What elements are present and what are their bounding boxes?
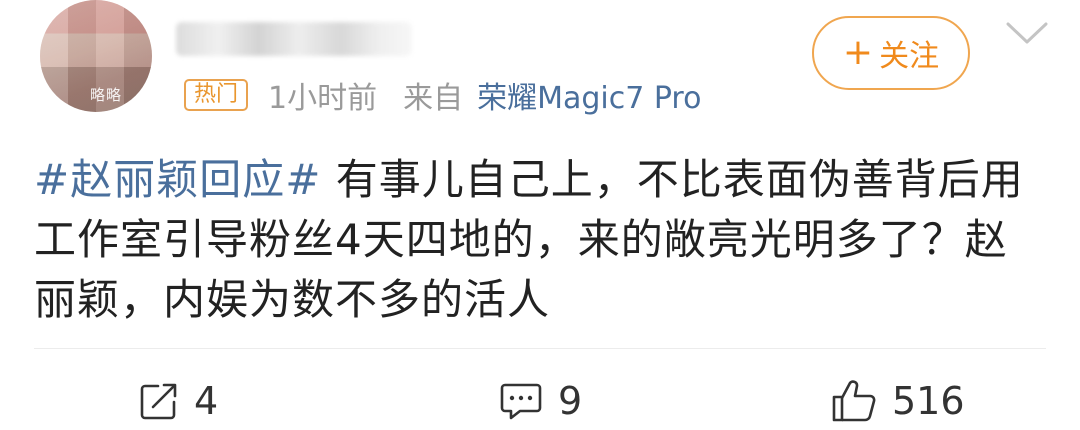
avatar-watermark: 略略 (90, 86, 123, 104)
post-time: 1小时前 (268, 81, 378, 116)
post-content: #赵丽颖回应# 有事儿自己上，不比表面伪善背后用工作室引导粉丝4天四地的，来的敞… (34, 150, 1050, 330)
plus-icon: + (842, 32, 874, 73)
username-redacted[interactable] (176, 22, 412, 56)
chevron-down-icon[interactable] (1004, 18, 1050, 48)
thumbs-up-icon (830, 378, 878, 424)
source-label: 来自 (403, 81, 464, 116)
repost-count: 4 (194, 379, 219, 423)
topic-link[interactable]: #赵丽颖回应# (34, 155, 321, 204)
like-button[interactable]: 516 (830, 372, 965, 430)
follow-button[interactable]: + 关注 (812, 16, 970, 90)
like-count: 516 (892, 379, 965, 423)
post-meta: 热门 1小时前 来自 荣耀Magic7 Pro (184, 78, 701, 116)
follow-label: 关注 (879, 39, 940, 74)
divider (34, 348, 1046, 349)
source-device-link[interactable]: 荣耀Magic7 Pro (477, 73, 701, 117)
repost-button[interactable]: 4 (138, 372, 218, 430)
repost-icon (138, 380, 180, 422)
comment-button[interactable]: 9 (498, 372, 582, 430)
comment-icon (498, 380, 544, 422)
hot-badge: 热门 (184, 79, 249, 111)
comment-count: 9 (558, 379, 583, 423)
avatar[interactable]: 略略 (40, 0, 152, 112)
